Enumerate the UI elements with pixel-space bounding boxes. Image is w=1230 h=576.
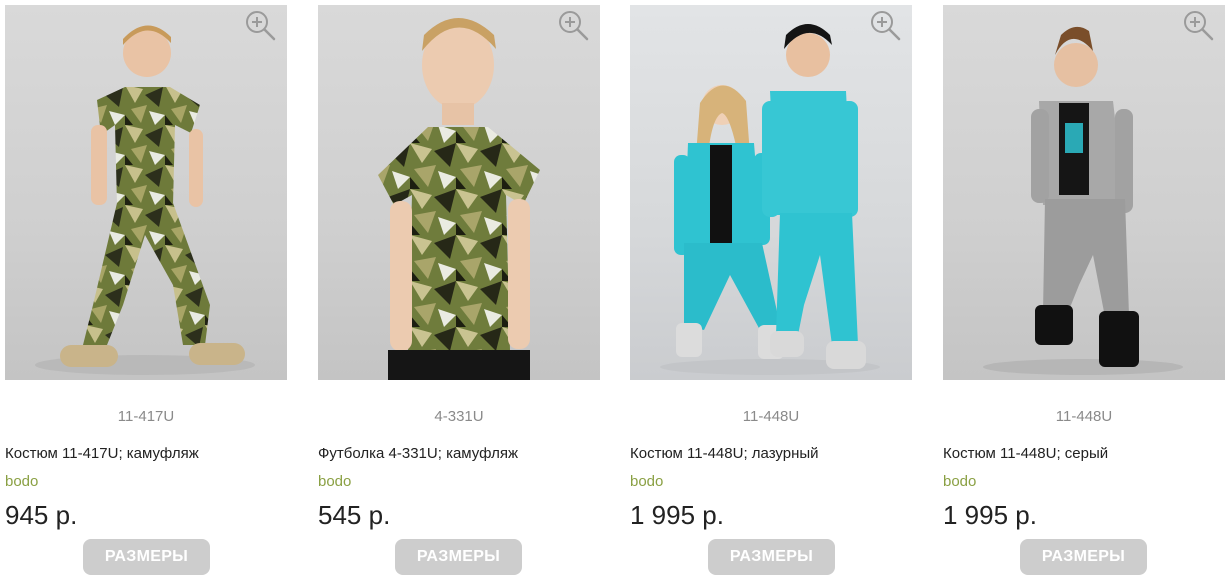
product-image[interactable] bbox=[5, 5, 287, 380]
product-image[interactable] bbox=[318, 5, 600, 380]
product-sku: 11-448U bbox=[1055, 408, 1113, 425]
product-brand-link[interactable]: bodo bbox=[318, 473, 351, 490]
product-photo-camo-suit bbox=[35, 25, 255, 375]
product-price: 1 995 р. bbox=[630, 500, 724, 530]
product-title[interactable]: Костюм 11-448U; серый bbox=[943, 445, 1225, 462]
product-card: 11-448U Костюм 11-448U; серый bodo 1 995… bbox=[943, 0, 1225, 576]
product-brand-link[interactable]: bodo bbox=[5, 473, 38, 490]
product-title[interactable]: Костюм 11-448U; лазурный bbox=[630, 445, 912, 462]
sizes-button[interactable]: РАЗМЕРЫ bbox=[1020, 539, 1147, 575]
zoom-in-icon[interactable] bbox=[243, 8, 277, 42]
product-photo-grey-suit bbox=[983, 26, 1183, 375]
zoom-in-icon[interactable] bbox=[1181, 8, 1215, 42]
product-sku: 11-448U bbox=[742, 408, 800, 425]
product-grid: 11-417U Костюм 11-417U; камуфляж bodo 94… bbox=[0, 0, 1230, 576]
product-title[interactable]: Футболка 4-331U; камуфляж bbox=[318, 445, 600, 462]
product-price: 945 р. bbox=[5, 500, 78, 530]
zoom-in-icon[interactable] bbox=[556, 8, 590, 42]
product-sku: 4-331U bbox=[434, 408, 484, 425]
sizes-button[interactable]: РАЗМЕРЫ bbox=[83, 539, 210, 575]
product-photo-camo-tshirt bbox=[378, 18, 540, 380]
product-brand-link[interactable]: bodo bbox=[943, 473, 976, 490]
product-image[interactable] bbox=[630, 5, 912, 380]
product-title[interactable]: Костюм 11-417U; камуфляж bbox=[5, 445, 287, 462]
sizes-button[interactable]: РАЗМЕРЫ bbox=[395, 539, 522, 575]
sizes-button[interactable]: РАЗМЕРЫ bbox=[708, 539, 835, 575]
product-brand-link[interactable]: bodo bbox=[630, 473, 663, 490]
product-card: 4-331U Футболка 4-331U; камуфляж bodo 54… bbox=[318, 0, 600, 576]
product-sku: 11-417U bbox=[117, 408, 175, 425]
product-price: 545 р. bbox=[318, 500, 391, 530]
product-card: 11-448U Костюм 11-448U; лазурный bodo 1 … bbox=[630, 0, 912, 576]
product-price: 1 995 р. bbox=[943, 500, 1037, 530]
product-photo-azure-suits bbox=[660, 24, 880, 375]
product-image[interactable] bbox=[943, 5, 1225, 380]
zoom-in-icon[interactable] bbox=[868, 8, 902, 42]
product-card: 11-417U Костюм 11-417U; камуфляж bodo 94… bbox=[5, 0, 287, 576]
